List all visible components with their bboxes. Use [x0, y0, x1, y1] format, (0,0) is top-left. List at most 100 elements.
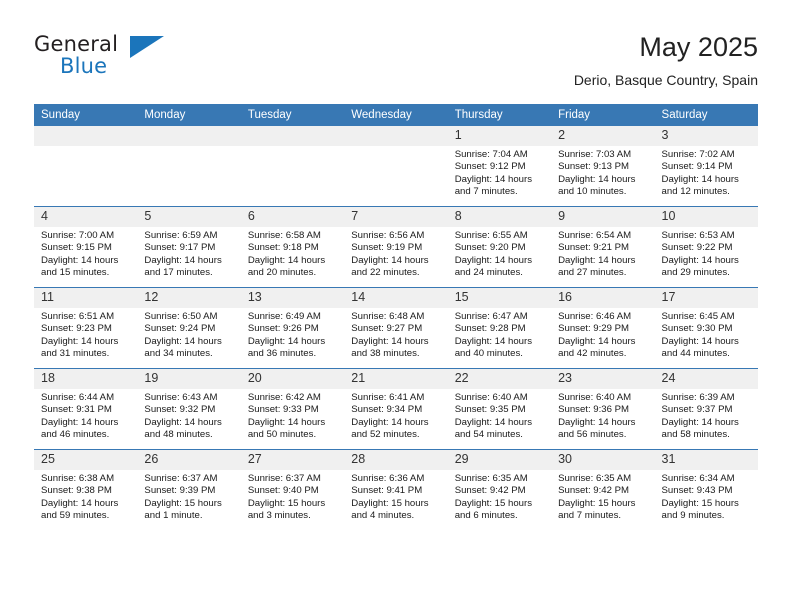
calendar-day-cell[interactable]: 11 Sunrise: 6:51 AM Sunset: 9:23 PM Dayligh… — [34, 287, 138, 369]
daylight-duration-line2: and 20 minutes. — [247, 267, 317, 279]
calendar-day-cell-empty — [344, 126, 448, 207]
sunrise-time: Sunrise: 6:39 AM — [661, 392, 735, 403]
daylight-duration-line2: and 22 minutes. — [351, 267, 420, 279]
calendar-day-cell[interactable]: 19 Sunrise: 6:43 AM Sunset: 9:32 PM Dayligh… — [137, 368, 241, 450]
calendar-day-cell-empty — [34, 126, 138, 207]
calendar-day-cell[interactable]: 20 Sunrise: 6:42 AM Sunset: 9:33 PM Dayligh… — [240, 368, 345, 450]
sunrise-time: Sunrise: 6:37 AM — [144, 473, 218, 484]
day-sun-info: Sunrise: 6:45 AM Sunset: 9:30 PM Daylight:… — [655, 308, 758, 361]
calendar-day-cell[interactable]: 10 Sunrise: 6:53 AM Sunset: 9:22 PM Dayligh… — [654, 206, 758, 288]
daylight-duration-line2: and 1 minute. — [144, 510, 203, 522]
sunrise-time: Sunrise: 6:54 AM — [558, 230, 632, 241]
calendar-day-cell[interactable]: 2 Sunrise: 7:03 AM Sunset: 9:13 PM Daylight… — [551, 126, 655, 207]
calendar-day-cell[interactable]: 16 Sunrise: 6:46 AM Sunset: 9:29 PM Dayligh… — [551, 287, 655, 369]
page-header: General Blue May 2025 Derio, Basque Coun… — [34, 30, 758, 92]
calendar-day-cell[interactable]: 7 Sunrise: 6:56 AM Sunset: 9:19 PM Daylight… — [344, 206, 448, 288]
day-number — [344, 126, 448, 146]
day-number: 19 — [137, 369, 241, 389]
calendar-day-cell[interactable]: 12 Sunrise: 6:50 AM Sunset: 9:24 PM Dayligh… — [137, 287, 241, 369]
sunset-time: Sunset: 9:37 PM — [661, 404, 733, 416]
sunset-time: Sunset: 9:18 PM — [247, 242, 319, 254]
sunrise-time: Sunrise: 6:35 AM — [454, 473, 528, 484]
day-sun-info — [241, 146, 344, 149]
calendar-body: 1 Sunrise: 7:04 AM Sunset: 9:12 PM Daylight… — [34, 126, 758, 530]
calendar-day-cell[interactable]: 4 Sunrise: 7:00 AM Sunset: 9:15 PM Daylight… — [34, 206, 138, 288]
day-sun-info: Sunrise: 6:34 AM Sunset: 9:43 PM Daylight:… — [655, 470, 758, 523]
daylight-duration-line2: and 7 minutes. — [454, 186, 518, 198]
day-sun-info: Sunrise: 6:35 AM Sunset: 9:42 PM Daylight:… — [551, 470, 654, 523]
daylight-duration-line2: and 48 minutes. — [144, 429, 213, 441]
day-number: 10 — [654, 207, 758, 227]
calendar-day-cell[interactable]: 28 Sunrise: 6:36 AM Sunset: 9:41 PM Dayligh… — [344, 449, 448, 530]
daylight-duration-line2: and 10 minutes. — [558, 186, 627, 198]
daylight-duration-line1: Daylight: 15 hours — [144, 497, 222, 509]
daylight-duration-line2: and 31 minutes. — [41, 348, 110, 360]
calendar-day-cell[interactable]: 27 Sunrise: 6:37 AM Sunset: 9:40 PM Dayligh… — [240, 449, 345, 530]
calendar-day-cell-empty — [240, 126, 345, 207]
calendar-day-cell[interactable]: 29 Sunrise: 6:35 AM Sunset: 9:42 PM Dayligh… — [447, 449, 552, 530]
sunset-time: Sunset: 9:42 PM — [558, 485, 630, 497]
calendar-day-cell[interactable]: 6 Sunrise: 6:58 AM Sunset: 9:18 PM Daylight… — [240, 206, 345, 288]
day-number: 31 — [654, 450, 758, 470]
daylight-duration-line1: Daylight: 14 hours — [661, 335, 739, 347]
calendar-day-cell[interactable]: 30 Sunrise: 6:35 AM Sunset: 9:42 PM Dayligh… — [551, 449, 655, 530]
calendar-day-cell[interactable]: 9 Sunrise: 6:54 AM Sunset: 9:21 PM Daylight… — [551, 206, 655, 288]
sunset-time: Sunset: 9:22 PM — [661, 242, 733, 254]
day-sun-info: Sunrise: 6:36 AM Sunset: 9:41 PM Daylight:… — [344, 470, 447, 523]
sunrise-time: Sunrise: 6:38 AM — [41, 473, 115, 484]
sunset-time: Sunset: 9:24 PM — [144, 323, 216, 335]
calendar-day-cell[interactable]: 8 Sunrise: 6:55 AM Sunset: 9:20 PM Daylight… — [447, 206, 552, 288]
day-number: 3 — [654, 126, 758, 146]
calendar-week-row: 11 Sunrise: 6:51 AM Sunset: 9:23 PM Dayligh… — [34, 287, 758, 369]
weekday-header-friday: Friday — [551, 104, 655, 126]
daylight-duration-line1: Daylight: 14 hours — [661, 254, 739, 266]
daylight-duration-line1: Daylight: 14 hours — [41, 335, 119, 347]
sunrise-time: Sunrise: 6:45 AM — [661, 311, 735, 322]
sunrise-time: Sunrise: 6:50 AM — [144, 311, 218, 322]
day-sun-info: Sunrise: 6:48 AM Sunset: 9:27 PM Daylight:… — [344, 308, 447, 361]
page-subtitle: Derio, Basque Country, Spain — [573, 72, 758, 88]
weekday-header-sunday: Sunday — [34, 104, 138, 126]
day-number: 16 — [551, 288, 655, 308]
calendar-day-cell[interactable]: 26 Sunrise: 6:37 AM Sunset: 9:39 PM Dayligh… — [137, 449, 241, 530]
sunrise-time: Sunrise: 6:46 AM — [558, 311, 632, 322]
day-sun-info: Sunrise: 6:39 AM Sunset: 9:37 PM Daylight:… — [655, 389, 758, 442]
sunrise-time: Sunrise: 7:02 AM — [661, 149, 735, 160]
sunrise-time: Sunrise: 7:00 AM — [41, 230, 115, 241]
calendar-day-cell[interactable]: 13 Sunrise: 6:49 AM Sunset: 9:26 PM Dayligh… — [240, 287, 345, 369]
day-sun-info: Sunrise: 6:49 AM Sunset: 9:26 PM Daylight:… — [241, 308, 344, 361]
sunset-time: Sunset: 9:17 PM — [144, 242, 216, 254]
day-number: 1 — [447, 126, 552, 146]
general-blue-logo[interactable]: General Blue — [34, 32, 234, 88]
calendar-day-cell[interactable]: 15 Sunrise: 6:47 AM Sunset: 9:28 PM Dayligh… — [447, 287, 552, 369]
daylight-duration-line1: Daylight: 14 hours — [247, 416, 326, 428]
daylight-duration-line2: and 9 minutes. — [661, 510, 725, 522]
sunrise-time: Sunrise: 6:47 AM — [454, 311, 528, 322]
daylight-duration-line2: and 15 minutes. — [41, 267, 110, 279]
calendar-day-cell[interactable]: 22 Sunrise: 6:40 AM Sunset: 9:35 PM Dayligh… — [447, 368, 552, 450]
sunrise-time: Sunrise: 7:03 AM — [558, 149, 632, 160]
day-sun-info: Sunrise: 6:42 AM Sunset: 9:33 PM Daylight:… — [241, 389, 344, 442]
daylight-duration-line1: Daylight: 14 hours — [558, 173, 636, 185]
sunrise-time: Sunrise: 6:44 AM — [41, 392, 115, 403]
calendar-day-cell[interactable]: 24 Sunrise: 6:39 AM Sunset: 9:37 PM Dayligh… — [654, 368, 758, 450]
calendar-day-cell[interactable]: 5 Sunrise: 6:59 AM Sunset: 9:17 PM Daylight… — [137, 206, 241, 288]
calendar-day-cell[interactable]: 3 Sunrise: 7:02 AM Sunset: 9:14 PM Daylight… — [654, 126, 758, 207]
calendar-day-cell[interactable]: 1 Sunrise: 7:04 AM Sunset: 9:12 PM Daylight… — [447, 126, 552, 207]
calendar-day-cell[interactable]: 21 Sunrise: 6:41 AM Sunset: 9:34 PM Dayligh… — [344, 368, 448, 450]
calendar-day-cell[interactable]: 23 Sunrise: 6:40 AM Sunset: 9:36 PM Dayligh… — [551, 368, 655, 450]
day-sun-info: Sunrise: 6:56 AM Sunset: 9:19 PM Daylight:… — [344, 227, 447, 280]
calendar-day-cell[interactable]: 14 Sunrise: 6:48 AM Sunset: 9:27 PM Dayligh… — [344, 287, 448, 369]
day-number: 14 — [344, 288, 448, 308]
daylight-duration-line1: Daylight: 14 hours — [454, 254, 533, 266]
day-sun-info: Sunrise: 6:55 AM Sunset: 9:20 PM Daylight:… — [448, 227, 551, 280]
calendar-day-cell[interactable]: 18 Sunrise: 6:44 AM Sunset: 9:31 PM Dayligh… — [34, 368, 138, 450]
sunrise-time: Sunrise: 6:56 AM — [351, 230, 425, 241]
daylight-duration-line1: Daylight: 14 hours — [41, 497, 119, 509]
daylight-duration-line2: and 29 minutes. — [661, 267, 730, 279]
sunset-time: Sunset: 9:33 PM — [247, 404, 319, 416]
day-number: 2 — [551, 126, 655, 146]
calendar-day-cell[interactable]: 31 Sunrise: 6:34 AM Sunset: 9:43 PM Dayligh… — [654, 449, 758, 530]
calendar-day-cell[interactable]: 17 Sunrise: 6:45 AM Sunset: 9:30 PM Dayligh… — [654, 287, 758, 369]
calendar-day-cell[interactable]: 25 Sunrise: 6:38 AM Sunset: 9:38 PM Dayligh… — [34, 449, 138, 530]
